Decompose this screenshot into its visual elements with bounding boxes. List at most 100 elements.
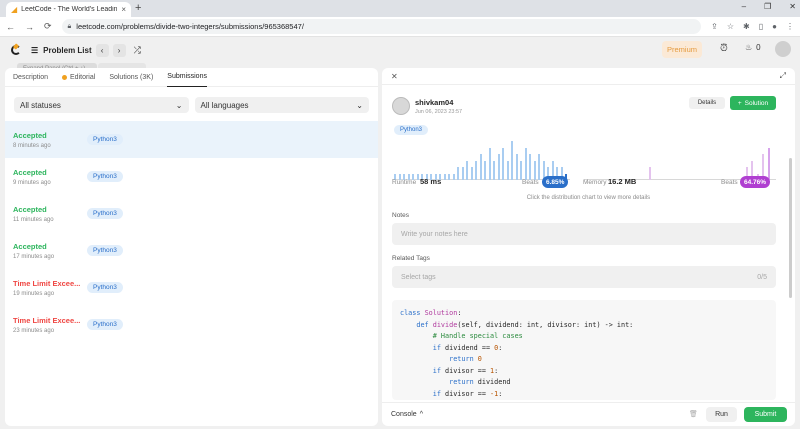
runtime-beats-pill: 6.85% [542, 176, 569, 188]
details-button[interactable]: Details [689, 97, 725, 109]
submission-status: Accepted [13, 167, 47, 177]
submission-row[interactable]: Time Limit Excee... 23 minutes ago Python… [5, 306, 378, 343]
submission-row[interactable]: Accepted 11 minutes ago Python3 [5, 195, 378, 232]
tab-submissions[interactable]: Submissions [167, 68, 207, 87]
close-icon[interactable]: ✕ [391, 72, 398, 81]
submission-language-badge: Python3 [87, 282, 123, 293]
submission-time: 11 minutes ago [13, 216, 54, 223]
next-problem-button[interactable]: › [112, 43, 126, 57]
memory-label: Memory [583, 179, 607, 186]
scrollbar[interactable] [789, 158, 792, 298]
submission-row[interactable]: Accepted 8 minutes ago Python3 [5, 121, 378, 158]
related-tags-label: Related Tags [392, 255, 430, 262]
share-icon[interactable]: ⇪ [711, 22, 718, 31]
browser-tab-strip: ◢ LeetCode - The World's Leading × + – ❐… [0, 0, 800, 17]
submit-button[interactable]: Submit [744, 407, 787, 422]
runtime-bar[interactable] [511, 141, 513, 180]
bottom-toolbar: Console ^ 🗑︎ Run Submit [382, 402, 795, 426]
tags-count: 0/5 [757, 273, 767, 281]
chevron-down-icon: ⌄ [356, 100, 363, 110]
lock-icon: 🔒︎ [67, 22, 72, 30]
code-viewer[interactable]: class Solution: def divide(self, dividen… [392, 300, 776, 400]
browser-tab[interactable]: ◢ LeetCode - The World's Leading × [6, 2, 131, 17]
submission-time: 9 minutes ago [13, 179, 51, 186]
right-panel: ✕ ⤢ shivkam04 Jun 06, 2023 23:57 Details… [382, 68, 795, 426]
shuffle-icon[interactable]: ⤮ [134, 45, 141, 56]
submission-time: 8 minutes ago [13, 142, 51, 149]
streak-counter[interactable]: ♨ 0 [745, 43, 761, 52]
tab-submissions-label: Submissions [167, 73, 207, 80]
new-tab-button[interactable]: + [135, 2, 141, 14]
address-bar[interactable]: 🔒︎ leetcode.com/problems/divide-two-inte… [61, 19, 702, 34]
tab-editorial-label: Editorial [70, 73, 96, 81]
submission-author: shivkam04 Jun 06, 2023 23:57 [392, 97, 462, 115]
plus-icon: + [737, 99, 742, 107]
browser-extension-icons: ⇪ ☆ ✱ ▯ ● ⋮ [711, 22, 794, 31]
extensions-icon[interactable]: ✱ [743, 22, 750, 31]
tab-editorial[interactable]: Editorial [62, 68, 95, 87]
sidepanel-icon[interactable]: ▯ [759, 22, 763, 31]
tab-solutions[interactable]: Solutions (3K) [109, 68, 153, 87]
submission-time: 17 minutes ago [13, 253, 55, 260]
language-filter-value: All languages [200, 100, 249, 110]
submission-status: Accepted [13, 130, 47, 140]
forward-icon[interactable]: → [25, 22, 34, 32]
solution-button-label: Solution [744, 99, 769, 107]
leetcode-logo-icon[interactable] [10, 43, 21, 56]
problem-list-label: Problem List [43, 45, 92, 55]
submission-row[interactable]: Accepted 9 minutes ago Python3 [5, 158, 378, 195]
bookmark-star-icon[interactable]: ☆ [727, 22, 734, 31]
runtime-beats-label: Beats [522, 179, 539, 186]
submission-status: Accepted [13, 241, 47, 251]
console-toggle[interactable]: Console ^ [391, 411, 423, 418]
memory-beats-pill: 64.76% [740, 176, 771, 188]
tags-select[interactable]: Select tags 0/5 [392, 266, 776, 288]
language-filter-select[interactable]: All languages ⌄ [194, 97, 369, 113]
left-panel: Description Editorial Solutions (3K) Sub… [5, 68, 378, 426]
problem-list-button[interactable]: ☰ Problem List [31, 46, 92, 55]
user-avatar[interactable] [775, 41, 791, 57]
reload-icon[interactable]: ⟳ [44, 21, 52, 32]
memory-value: 16.2 MB [608, 177, 637, 186]
leetcode-favicon-icon: ◢ [11, 5, 18, 14]
status-filter-value: All statuses [20, 100, 61, 110]
leetcode-navbar: ☰ Problem List ‹ › ⤮ Premium ⏰︎ ♨ 0 [0, 37, 800, 63]
run-button[interactable]: Run [706, 407, 737, 422]
open-external-icon[interactable]: ⤢ [780, 71, 786, 81]
status-filter-select[interactable]: All statuses ⌄ [14, 97, 189, 113]
memory-beats-label: Beats [721, 179, 738, 186]
editorial-lock-icon [62, 74, 68, 80]
submission-status: Accepted [13, 204, 47, 214]
submission-row[interactable]: Accepted 17 minutes ago Python3 [5, 232, 378, 269]
fire-icon: ♨ [745, 43, 753, 52]
chevron-up-icon: ^ [419, 411, 423, 418]
prev-problem-button[interactable]: ‹ [95, 43, 109, 57]
back-icon[interactable]: ← [6, 22, 15, 32]
author-name[interactable]: shivkam04 [415, 98, 462, 107]
submission-status: Time Limit Excee... [13, 315, 81, 325]
submission-row[interactable]: Time Limit Excee... 19 minutes ago Python… [5, 269, 378, 306]
close-window-icon[interactable]: ✕ [789, 2, 796, 11]
submission-time: 19 minutes ago [13, 290, 55, 297]
trash-icon[interactable]: 🗑︎ [689, 410, 698, 418]
submission-language-badge: Python3 [87, 171, 123, 182]
submission-language-badge: Python3 [87, 134, 123, 145]
distribution-chart[interactable] [392, 138, 776, 180]
author-avatar[interactable] [392, 97, 410, 115]
tab-description[interactable]: Description [13, 68, 48, 87]
profile-icon[interactable]: ● [772, 22, 777, 31]
post-solution-button[interactable]: + Solution [730, 96, 776, 110]
tab-solutions-label: Solutions (3K) [109, 73, 154, 81]
console-label: Console [391, 411, 417, 418]
chevron-down-icon: ⌄ [175, 100, 183, 110]
maximize-icon[interactable]: ❐ [764, 2, 771, 11]
tab-close-icon[interactable]: × [121, 5, 126, 14]
submission-time: 23 minutes ago [13, 327, 55, 334]
premium-button[interactable]: Premium [662, 41, 702, 58]
timer-icon[interactable]: ⏰︎ [720, 43, 728, 54]
notes-input[interactable]: Write your notes here [392, 223, 776, 245]
minimize-icon[interactable]: – [742, 2, 746, 11]
menu-icon[interactable]: ⋮ [786, 22, 794, 31]
list-icon: ☰ [31, 45, 39, 55]
left-tabs: Description Editorial Solutions (3K) Sub… [5, 68, 378, 87]
